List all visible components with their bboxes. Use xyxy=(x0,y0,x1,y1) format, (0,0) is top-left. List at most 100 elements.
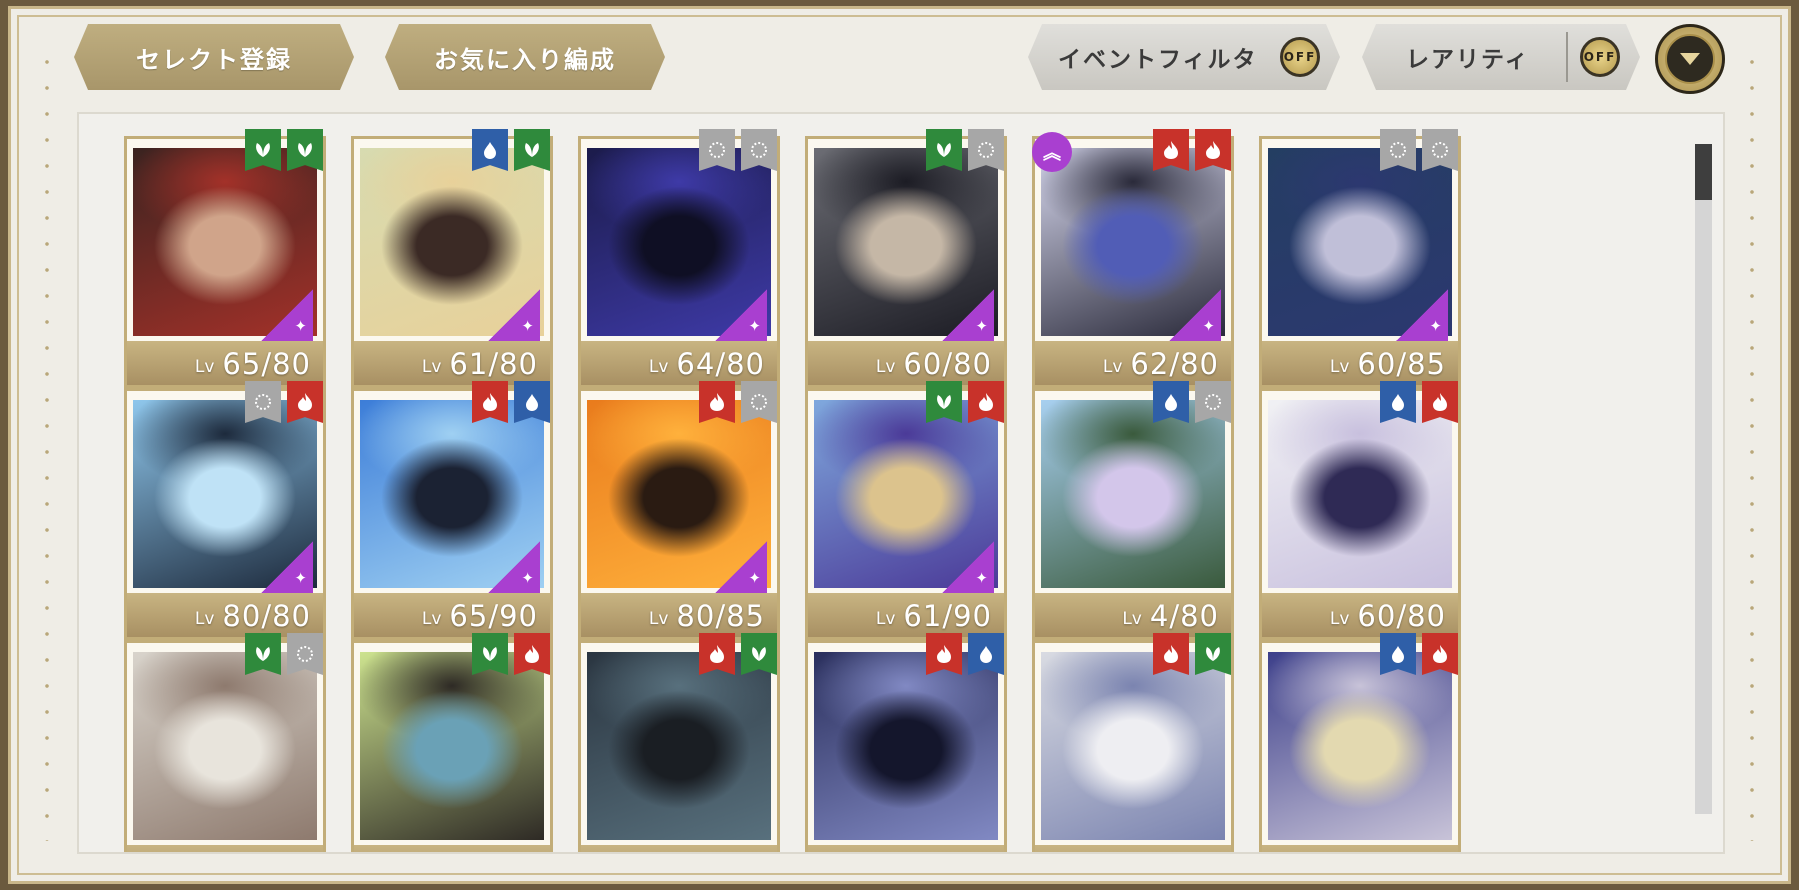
water-drop-icon xyxy=(514,381,550,423)
flame-icon xyxy=(1422,633,1458,675)
sparkle-icon: ✦ xyxy=(261,541,313,593)
rarity-filter-button[interactable]: レアリティ OFF xyxy=(1362,24,1640,90)
scrollbar[interactable] xyxy=(1695,144,1712,814)
character-card[interactable]: Lv 60/80 xyxy=(1259,381,1461,640)
decorative-dots-left xyxy=(45,49,49,841)
scroll-thumb[interactable] xyxy=(1695,144,1712,200)
level-bar: Lv 62/80 xyxy=(1035,341,1231,385)
cosmic-icon xyxy=(699,129,735,171)
leaf-icon xyxy=(741,633,777,675)
character-card[interactable]: ✦ Lv 60/80 xyxy=(805,129,1007,388)
sparkle-icon: ✦ xyxy=(488,541,540,593)
level-bar: Lv 4/80 xyxy=(1035,593,1231,637)
character-portrait xyxy=(133,652,317,840)
sort-dropdown-button[interactable] xyxy=(1655,24,1725,94)
character-card[interactable]: ✦ Lv 65/90 xyxy=(351,381,553,640)
leaf-icon xyxy=(472,633,508,675)
chevron-down-icon xyxy=(1665,34,1715,84)
leaf-icon xyxy=(926,381,962,423)
level-prefix: Lv xyxy=(421,357,442,377)
sparkle-icon: ✦ xyxy=(1169,289,1221,341)
character-card[interactable] xyxy=(351,633,553,852)
rarity-off-badge: OFF xyxy=(1580,37,1620,77)
level-bar xyxy=(127,845,323,852)
level-prefix: Lv xyxy=(1329,609,1350,629)
event-filter-label: イベントフィルタ xyxy=(1058,47,1258,73)
level-prefix: Lv xyxy=(1329,357,1350,377)
level-bar: Lv 80/85 xyxy=(581,593,777,637)
level-value: 80/80 xyxy=(222,599,311,633)
character-card[interactable]: ✦ Lv 61/90 xyxy=(805,381,1007,640)
character-card[interactable] xyxy=(1032,633,1234,852)
character-card[interactable]: ✦ Lv 65/80 xyxy=(124,129,326,388)
cosmic-icon xyxy=(741,381,777,423)
select-register-button[interactable]: セレクト登録 xyxy=(74,24,354,90)
event-filter-off-badge: OFF xyxy=(1280,37,1320,77)
water-drop-icon xyxy=(1380,633,1416,675)
level-bar: Lv 60/80 xyxy=(1262,593,1458,637)
level-value: 60/80 xyxy=(903,347,992,381)
level-bar: Lv 60/85 xyxy=(1262,341,1458,385)
flame-icon xyxy=(1153,633,1189,675)
level-bar: Lv 64/80 xyxy=(581,341,777,385)
level-value: 65/80 xyxy=(222,347,311,381)
character-card[interactable] xyxy=(578,633,780,852)
character-card[interactable]: ✦ Lv 80/80 xyxy=(124,381,326,640)
level-prefix: Lv xyxy=(875,357,896,377)
level-value: 4/80 xyxy=(1149,599,1219,633)
leaf-icon xyxy=(1195,633,1231,675)
level-bar: Lv 65/90 xyxy=(354,593,550,637)
sparkle-icon: ✦ xyxy=(488,289,540,341)
card-grid[interactable]: ✦ Lv 65/80 ✦ Lv 61/80 ✦ Lv 64/80 ✦ Lv 60/80 ✦ Lv 62/80… xyxy=(77,112,1725,854)
character-card[interactable]: ✦ Lv 61/80 xyxy=(351,129,553,388)
character-portrait xyxy=(1268,400,1452,588)
level-bar xyxy=(1262,845,1458,852)
cosmic-icon xyxy=(1380,129,1416,171)
character-portrait xyxy=(360,652,544,840)
level-bar xyxy=(1035,845,1231,852)
flame-icon xyxy=(699,381,735,423)
character-card[interactable] xyxy=(805,633,1007,852)
level-value: 61/90 xyxy=(903,599,992,633)
character-card[interactable]: ✦ Lv 62/80 xyxy=(1032,129,1234,388)
flame-icon xyxy=(472,381,508,423)
level-value: 61/80 xyxy=(449,347,538,381)
water-drop-icon xyxy=(1380,381,1416,423)
character-card[interactable]: ✦ Lv 60/85 xyxy=(1259,129,1461,388)
water-drop-icon xyxy=(1153,381,1189,423)
cosmic-icon xyxy=(1422,129,1458,171)
sparkle-icon: ✦ xyxy=(715,541,767,593)
level-value: 80/85 xyxy=(676,599,765,633)
character-card[interactable]: Lv 4/80 xyxy=(1032,381,1234,640)
character-card[interactable]: ✦ Lv 64/80 xyxy=(578,129,780,388)
character-card[interactable]: ✦ Lv 80/85 xyxy=(578,381,780,640)
level-bar: Lv 60/80 xyxy=(808,341,1004,385)
leaf-icon xyxy=(245,633,281,675)
flame-icon xyxy=(1422,381,1458,423)
character-portrait xyxy=(814,652,998,840)
cosmic-icon xyxy=(968,129,1004,171)
character-card[interactable] xyxy=(124,633,326,852)
favorite-formation-button[interactable]: お気に入り編成 xyxy=(385,24,665,90)
flame-icon xyxy=(1195,129,1231,171)
sparkle-icon: ✦ xyxy=(942,541,994,593)
level-bar: Lv 61/80 xyxy=(354,341,550,385)
flame-icon xyxy=(1153,129,1189,171)
level-value: 60/85 xyxy=(1357,347,1446,381)
level-value: 65/90 xyxy=(449,599,538,633)
event-filter-button[interactable]: イベントフィルタ OFF xyxy=(1028,24,1340,90)
level-value: 62/80 xyxy=(1130,347,1219,381)
leaf-icon xyxy=(514,129,550,171)
decorative-dots-right xyxy=(1750,49,1754,841)
rarity-filter-state: OFF xyxy=(1583,50,1617,64)
character-card[interactable] xyxy=(1259,633,1461,852)
up-chevron-icon: ︽ xyxy=(1032,132,1072,172)
level-prefix: Lv xyxy=(875,609,896,629)
level-prefix: Lv xyxy=(1122,609,1142,629)
level-prefix: Lv xyxy=(421,609,442,629)
character-portrait xyxy=(1041,400,1225,588)
level-prefix: Lv xyxy=(194,357,215,377)
event-filter-state: OFF xyxy=(1283,50,1317,64)
sparkle-icon: ✦ xyxy=(1396,289,1448,341)
level-bar xyxy=(354,845,550,852)
